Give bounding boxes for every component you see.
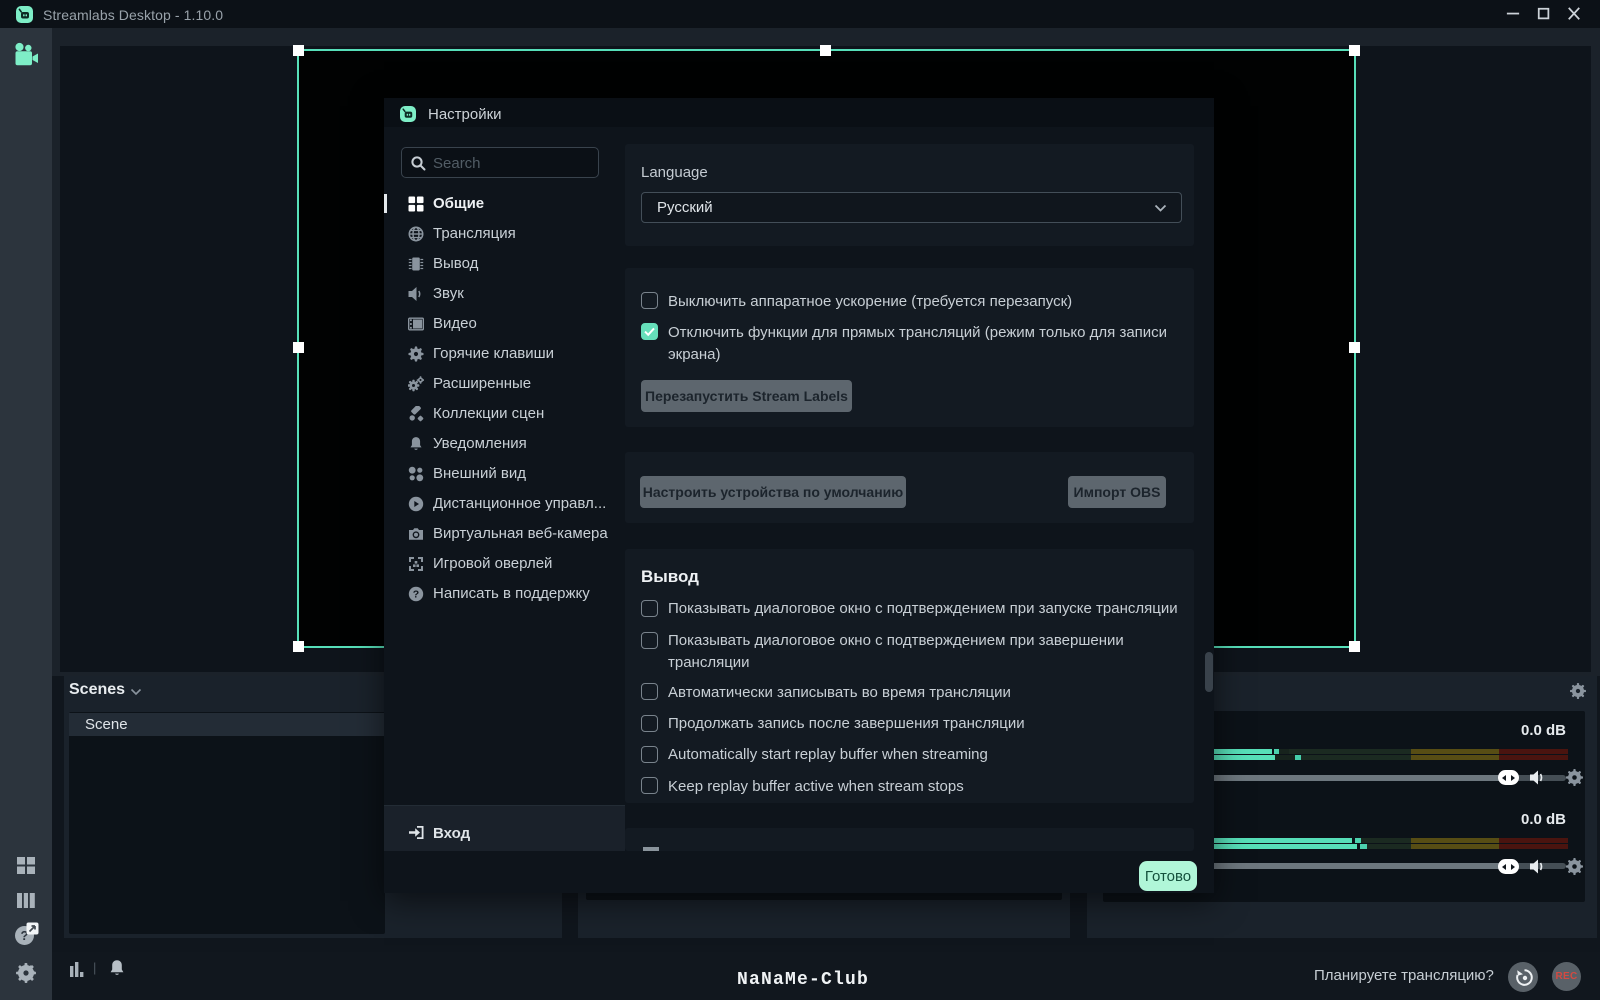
svg-text:?: ? <box>413 589 419 601</box>
